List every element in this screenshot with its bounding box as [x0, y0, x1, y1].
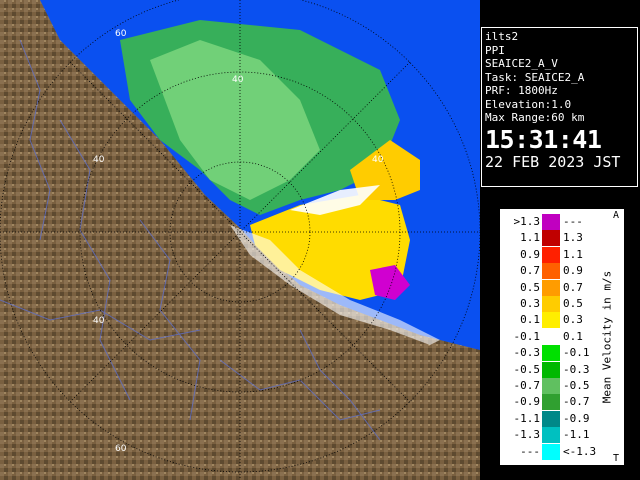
legend-lower: -1.3 [513, 428, 541, 442]
legend-lower: -1.1 [513, 411, 541, 425]
range-label: 40 [232, 75, 244, 85]
legend-lower: --- [520, 444, 540, 458]
range-label: 40 [372, 155, 384, 165]
legend-lower: -0.1 [513, 329, 541, 343]
legend-lower: 0.3 [520, 297, 540, 310]
range-label: 60 [115, 29, 127, 39]
site-name: ilts2 [485, 30, 519, 43]
legend-swatch [542, 328, 560, 345]
legend-swatch [542, 296, 560, 312]
legend-lower: 0.7 [520, 264, 540, 278]
legend-swatch [542, 361, 560, 378]
legend-corner-bottom: T [612, 453, 619, 464]
legend-swatch [542, 263, 560, 280]
legend-swatch [542, 410, 560, 427]
radar-map[interactable]: 60 40 40 40 40 60 [0, 0, 480, 480]
legend-swatch [542, 443, 560, 460]
range-label: 40 [93, 316, 105, 326]
legend-lower: -0.7 [513, 379, 541, 392]
elevation-value: Elevation:1.0 [485, 97, 572, 111]
legend-lower: >1.3 [513, 215, 541, 228]
legend-swatch [542, 378, 560, 394]
legend-swatch [542, 345, 560, 362]
product-name: SEAICE2_A_V [485, 57, 558, 70]
legend-swatch [542, 312, 560, 329]
legend-title: Mean Velocity in m/s [597, 212, 617, 462]
max-range-value: Max Range:60 km [485, 111, 585, 124]
legend-swatch [542, 246, 560, 263]
legend-lower: -0.9 [513, 395, 541, 409]
legend-lower: -0.5 [513, 362, 541, 376]
legend-lower: 0.1 [520, 313, 540, 327]
legend-swatch [542, 279, 560, 296]
legend-swatch [542, 394, 560, 411]
legend-lower: -0.3 [513, 346, 541, 360]
velocity-legend: >1.3 --- 1.1 1.3 0.9 1.1 0.7 0.9 0.5 0.7 0.3 0.5 0.1… [500, 209, 624, 465]
range-label: 60 [115, 444, 127, 454]
scan-date: 22 FEB 2023 JST [485, 152, 621, 171]
legend-corner-top: A [612, 210, 619, 221]
task-name: Task: SEAICE2_A [485, 70, 585, 84]
info-panel: ilts2 PPI SEAICE2_A_V Task: SEAICE2_A PR… [481, 27, 638, 187]
range-label: 40 [93, 155, 105, 165]
legend-title-text: Mean Velocity in m/s [600, 270, 614, 404]
legend-lower: 0.9 [520, 247, 540, 261]
legend-swatch [542, 214, 560, 230]
legend-lower: 1.1 [520, 231, 540, 245]
legend-lower: 0.5 [520, 280, 540, 294]
prf-value: PRF: 1800Hz [485, 84, 558, 97]
legend-swatch [542, 230, 560, 247]
scan-mode: PPI [485, 43, 505, 57]
legend-swatch [542, 427, 560, 444]
scan-time: 15:31:41 [485, 124, 602, 154]
